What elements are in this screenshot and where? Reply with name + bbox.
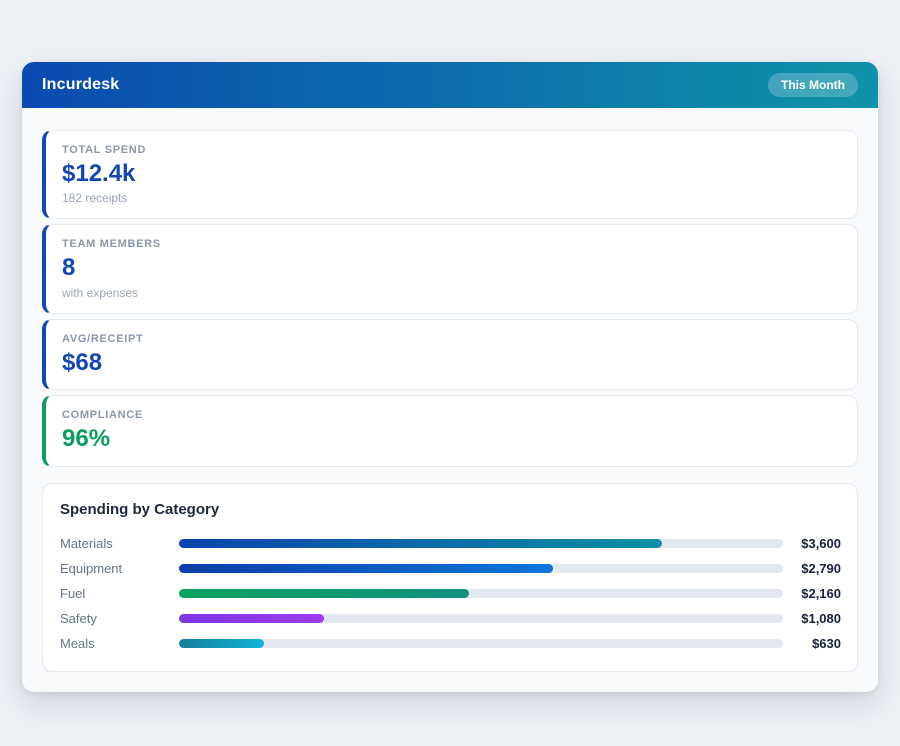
category-spending-card: Spending by Category Materials $3,600 Eq… bbox=[42, 482, 858, 672]
category-label: Fuel bbox=[60, 585, 86, 601]
bar-track bbox=[179, 638, 783, 648]
bar-fill bbox=[179, 538, 663, 548]
category-label: Materials bbox=[60, 535, 113, 551]
category-value: $1,080 bbox=[801, 610, 841, 626]
stat-value: 8 bbox=[62, 254, 76, 282]
category-row-meals: Meals $630 bbox=[60, 631, 841, 656]
category-value: $3,600 bbox=[801, 535, 841, 551]
app-title: Incurdesk bbox=[42, 76, 120, 93]
stat-value: $68 bbox=[62, 348, 103, 376]
bar-fill bbox=[179, 613, 324, 623]
stat-card-total-spend: TOTAL SPEND $12.4k 182 receipts bbox=[42, 130, 858, 220]
stat-value: 96% bbox=[62, 425, 111, 453]
card-title: Spending by Category bbox=[60, 500, 220, 518]
stat-subtext: with expenses bbox=[62, 285, 139, 300]
bar-track bbox=[179, 613, 783, 623]
category-value: $2,790 bbox=[801, 560, 841, 576]
bar-track bbox=[179, 538, 783, 548]
stat-card-avg-receipt: AVG/RECEIPT $68 bbox=[42, 318, 858, 391]
category-label: Equipment bbox=[60, 560, 123, 576]
stat-label: TOTAL SPEND bbox=[62, 144, 147, 156]
bar-fill bbox=[179, 563, 554, 573]
category-label: Safety bbox=[60, 610, 97, 626]
stat-label: TEAM MEMBERS bbox=[62, 238, 161, 251]
category-row-fuel: Fuel $2,160 bbox=[60, 581, 841, 606]
category-row-equipment: Equipment $2,790 bbox=[60, 556, 841, 581]
bar-track bbox=[179, 588, 783, 598]
stat-label: AVG/RECEIPT bbox=[62, 332, 144, 345]
stat-label: COMPLIANCE bbox=[62, 409, 143, 422]
category-value: $2,160 bbox=[801, 585, 841, 601]
category-row-safety: Safety $1,080 bbox=[60, 606, 841, 631]
category-label: Meals bbox=[60, 635, 95, 651]
stat-subtext: 182 receipts bbox=[62, 191, 128, 206]
bar-fill bbox=[179, 588, 469, 598]
stat-value: $12.4k bbox=[62, 160, 136, 187]
panel-body: TOTAL SPEND $12.4k 182 receipts TEAM MEM… bbox=[22, 108, 878, 692]
stat-card-compliance: COMPLIANCE 96% bbox=[42, 395, 858, 467]
app-header: Incurdesk This Month bbox=[22, 62, 878, 108]
bar-fill bbox=[179, 638, 264, 648]
period-badge[interactable]: This Month bbox=[768, 73, 858, 97]
category-value: $630 bbox=[812, 635, 841, 651]
app-panel: Incurdesk This Month TOTAL SPEND $12.4k … bbox=[22, 62, 878, 692]
bar-track bbox=[179, 563, 783, 573]
stat-card-team-members: TEAM MEMBERS 8 with expenses bbox=[42, 224, 858, 314]
category-row-materials: Materials $3,600 bbox=[60, 531, 841, 556]
